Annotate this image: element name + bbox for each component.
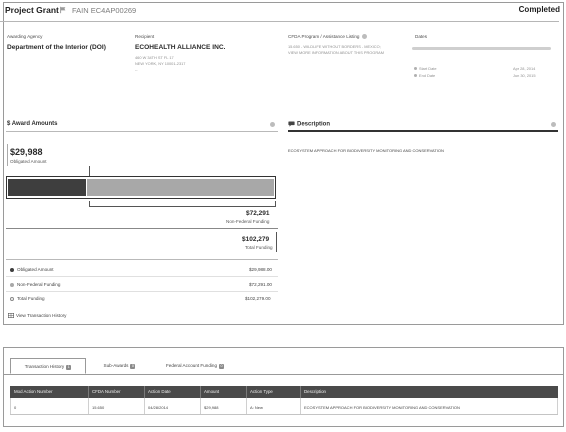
column-divider bbox=[144, 386, 145, 398]
legend-non-federal: Non-Federal Funding bbox=[10, 282, 60, 287]
total-bracket bbox=[276, 232, 277, 252]
legend-obligated: Obligated Amount bbox=[10, 267, 54, 272]
legend-total: Total Funding bbox=[10, 296, 45, 301]
cell-border bbox=[246, 398, 247, 414]
info-icon[interactable] bbox=[551, 122, 556, 127]
column-header[interactable]: Mod Action Number bbox=[14, 389, 53, 394]
tab-badge: 1 bbox=[66, 365, 72, 370]
description-divider bbox=[288, 130, 558, 132]
speech-bubble-icon bbox=[288, 121, 295, 127]
flag-icon[interactable] bbox=[59, 6, 67, 14]
end-date-label: End Date bbox=[414, 73, 435, 78]
legend-total-value: $102,279.00 bbox=[245, 296, 271, 301]
tab-badge: 0 bbox=[219, 364, 225, 369]
column-header[interactable]: Description bbox=[304, 389, 326, 394]
column-divider bbox=[300, 386, 301, 398]
recipient-address-line-2: NEW YORK, NY 10001-2317 bbox=[135, 61, 186, 66]
description-heading: Description bbox=[288, 121, 330, 128]
obligated-amount-label: Obligated Amount bbox=[10, 159, 47, 164]
table-icon bbox=[8, 313, 15, 319]
non-federal-label: Non-Federal Funding bbox=[226, 219, 270, 224]
info-icon[interactable] bbox=[270, 122, 275, 127]
cfda-more-info-link[interactable]: VIEW MORE INFORMATION ABOUT THIS PROGRAM bbox=[288, 50, 384, 55]
non-federal-bracket bbox=[89, 201, 276, 207]
end-dot-icon bbox=[414, 74, 417, 78]
award-status: Completed bbox=[518, 5, 560, 14]
obligated-bar-segment[interactable] bbox=[8, 179, 86, 196]
dates-label: Dates bbox=[415, 34, 428, 39]
start-date-label: Start Date bbox=[414, 66, 437, 71]
obligated-amount: $29,988 bbox=[10, 147, 43, 157]
obligated-pointer-line bbox=[89, 166, 90, 176]
cell-border bbox=[10, 398, 11, 414]
tab-badge: 0 bbox=[130, 364, 136, 369]
column-header[interactable]: Action Type bbox=[250, 389, 273, 394]
total-top-rule bbox=[6, 228, 278, 229]
legend-row-divider bbox=[6, 291, 278, 292]
info-icon[interactable] bbox=[361, 34, 367, 40]
table-cell-cfda: 15.650 bbox=[92, 405, 105, 410]
total-funding-amount: $102,279 bbox=[242, 236, 270, 243]
tab-federal-account-funding[interactable]: Federal Account Funding 0 bbox=[150, 358, 240, 374]
tab-sub-awards[interactable]: Sub-Awards 0 bbox=[92, 358, 147, 374]
end-date-value: Jun 30, 2015 bbox=[513, 73, 536, 78]
award-amounts-divider bbox=[6, 131, 278, 132]
fain-id: FAIN EC4AP00269 bbox=[72, 6, 137, 15]
recipient-address-line-3: -- bbox=[135, 67, 138, 72]
total-funding-label: Total Funding bbox=[245, 245, 273, 250]
column-divider bbox=[88, 386, 89, 398]
tab-transaction-history[interactable]: Transaction History 1 bbox=[10, 358, 86, 374]
start-date-value: Apr 28, 2014 bbox=[513, 66, 536, 71]
non-federal-dot-icon bbox=[10, 282, 14, 287]
cfda-label-text: CFDA Program / Assistance Listing bbox=[288, 34, 360, 39]
legend-obligated-value: $29,988.00 bbox=[249, 267, 272, 272]
awarding-agency-label: Awarding Agency bbox=[7, 34, 43, 39]
header-divider bbox=[0, 21, 559, 22]
description-text: ECOSYSTEM APPROACH FOR BIODIVERSITY MONI… bbox=[288, 148, 444, 153]
cell-border bbox=[88, 398, 89, 414]
recipient-value[interactable]: ECOHEALTH ALLIANCE INC. bbox=[135, 44, 225, 51]
cell-border bbox=[300, 398, 301, 414]
recipient-address-line-1: 460 W 34TH ST FL 17 bbox=[135, 55, 174, 60]
legend-non-federal-value: $72,291.00 bbox=[249, 282, 272, 287]
table-row-divider bbox=[10, 414, 558, 415]
cfda-program: 15.650 - WILDLIFE WITHOUT BORDERS - MEXI… bbox=[288, 44, 381, 49]
total-dot-icon bbox=[10, 296, 14, 301]
obligated-dot-icon bbox=[10, 267, 14, 272]
cfda-label: CFDA Program / Assistance Listing bbox=[288, 34, 367, 40]
table-cell-mod-number: 0 bbox=[14, 405, 17, 410]
start-dot-icon bbox=[414, 67, 417, 71]
award-type-title: Project Grant bbox=[5, 5, 59, 15]
award-amounts-heading: $ Award Amounts bbox=[7, 121, 58, 127]
column-divider bbox=[200, 386, 201, 398]
legend-row-divider bbox=[6, 276, 278, 277]
view-transaction-history-link[interactable]: View Transaction History bbox=[8, 313, 66, 319]
cell-border bbox=[200, 398, 201, 414]
legend-top-divider bbox=[6, 259, 278, 260]
table-cell-amount: $29,988 bbox=[204, 405, 219, 410]
non-federal-amount: $72,291 bbox=[246, 210, 270, 217]
column-header[interactable]: CFDA Number bbox=[92, 389, 121, 394]
column-header[interactable]: Action Date bbox=[148, 389, 171, 394]
cell-border bbox=[557, 398, 558, 414]
table-cell-action-type: A: New bbox=[250, 405, 263, 410]
column-header[interactable]: Amount bbox=[204, 389, 219, 394]
table-cell-description: ECOSYSTEM APPROACH FOR BIODIVERSITY MONI… bbox=[304, 405, 460, 410]
dates-timeline-bar bbox=[412, 47, 551, 50]
awarding-agency-value[interactable]: Department of the Interior (DOI) bbox=[7, 44, 106, 51]
recipient-label: Recipient bbox=[135, 34, 155, 39]
table-cell-action-date: 04/28/2014 bbox=[148, 405, 169, 410]
cell-border bbox=[144, 398, 145, 414]
column-divider bbox=[246, 386, 247, 398]
tabs-divider bbox=[3, 374, 564, 375]
non-federal-bar-segment[interactable] bbox=[87, 179, 274, 196]
